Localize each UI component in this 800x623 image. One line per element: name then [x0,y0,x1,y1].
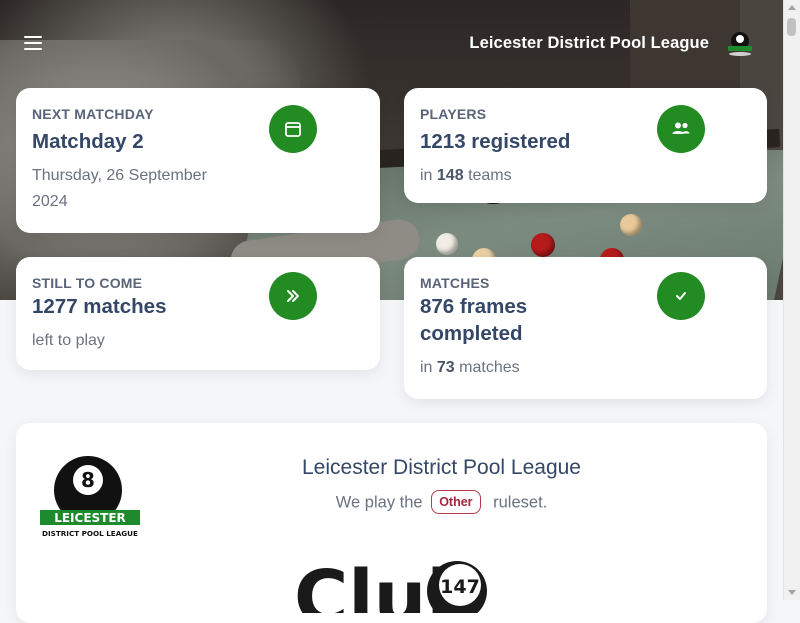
card-players[interactable]: PLAYERS 1213 registered in 148 teams [404,88,767,203]
team-count: 148 [436,167,464,184]
check-icon [657,272,705,320]
league-logo-small[interactable] [726,30,754,56]
ruleset-text: We play the Other ruleset. [16,490,767,515]
scroll-up-arrow-icon[interactable] [788,5,796,10]
logo-line2: DISTRICT POOL LEAGUE [42,529,138,538]
sub-suffix: teams [468,167,512,184]
calendar-icon [269,105,317,153]
club-logo-number: 147 [440,576,480,598]
chevrons-right-icon [269,272,317,320]
sub-prefix: in [420,167,433,184]
card-value: 876 frames completed [420,295,528,345]
panel-title: Leicester District Pool League [302,456,581,479]
ruleset-suffix: ruleset. [493,493,548,512]
ruleset-badge[interactable]: Other [431,490,481,514]
card-matches[interactable]: MATCHES 876 frames completed in 73 match… [404,257,767,399]
card-sub: Thursday, 26 September 2024 [32,167,207,210]
users-icon [657,105,705,153]
sub-suffix: matches [459,359,520,376]
site-title[interactable]: Leicester District Pool League [469,34,709,53]
sub-prefix: in [420,359,433,376]
card-still-to-come[interactable]: STILL TO COME 1277 matches left to play [16,257,380,370]
scroll-down-arrow-icon[interactable] [788,590,796,595]
league-info-panel: 8 LEICESTER DISTRICT POOL LEAGUE Leicest… [16,423,767,623]
card-sub: in 148 teams [420,163,751,189]
card-sub: in 73 matches [420,355,751,381]
menu-icon[interactable] [24,36,42,50]
card-sub: left to play [32,332,105,349]
ruleset-prefix: We play the [335,493,423,512]
scrollbar-thumb[interactable] [787,18,796,36]
club-logo: Club 147 [294,553,494,623]
card-next-matchday[interactable]: NEXT MATCHDAY Matchday 2 Thursday, 26 Se… [16,88,380,233]
match-count: 73 [436,359,455,376]
scrollbar[interactable] [783,0,800,600]
